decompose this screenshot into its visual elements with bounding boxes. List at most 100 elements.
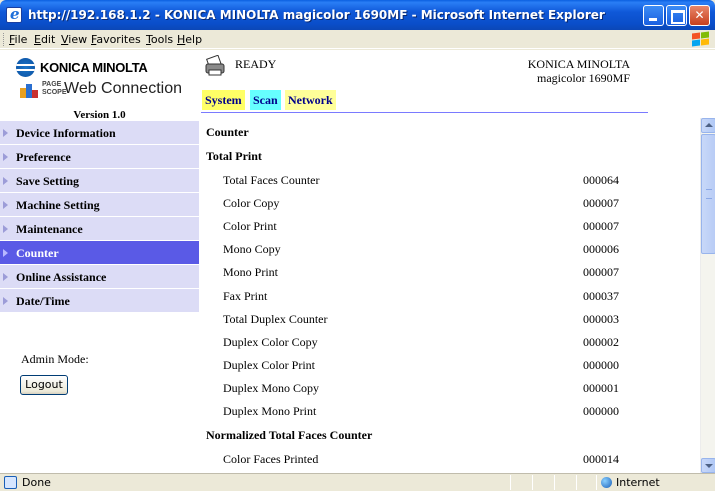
counter-label: Mono Print — [223, 265, 279, 279]
device-maker: KONICA MINOLTA — [527, 57, 630, 71]
tab-divider — [201, 112, 648, 113]
nav-item-counter[interactable]: Counter — [0, 241, 199, 265]
nav-item-label: Counter — [16, 246, 59, 260]
maximize-button[interactable] — [666, 5, 687, 26]
main-frame: READY KONICA MINOLTA magicolor 1690MF Sy… — [199, 50, 715, 473]
counter-label: Color Faces Printed — [223, 452, 319, 466]
version-label: Version 1.0 — [73, 109, 126, 121]
nav-item-label: Online Assistance — [16, 270, 107, 284]
triangle-right-icon — [3, 249, 8, 257]
scroll-up-icon[interactable] — [701, 118, 715, 133]
counter-label: Duplex Mono Copy — [223, 381, 319, 395]
toolbar-grip[interactable] — [3, 33, 5, 46]
status-divider — [576, 475, 577, 490]
browser-content: KONICA MINOLTA PAGE SCOPE Web Connection… — [0, 50, 715, 473]
brand-name: KONICA MINOLTA — [40, 60, 148, 75]
triangle-right-icon — [3, 177, 8, 185]
close-button[interactable]: ✕ — [689, 5, 710, 26]
konica-minolta-globe-icon — [16, 58, 35, 77]
triangle-right-icon — [3, 273, 8, 281]
triangle-right-icon — [3, 201, 8, 209]
printer-status-icon — [205, 55, 225, 76]
scrollbar-thumb[interactable] — [701, 134, 715, 254]
side-nav: Device Information Preference Save Setti… — [0, 121, 199, 313]
tab-system[interactable]: System — [202, 90, 245, 110]
tab-network[interactable]: Network — [285, 90, 336, 110]
counter-label: Color Print — [223, 219, 277, 233]
counter-value: 000003 — [583, 312, 619, 326]
nav-item-label: Device Information — [16, 126, 116, 140]
counter-value: 000000 — [583, 358, 619, 372]
section-title-normalized: Normalized Total Faces Counter — [206, 428, 373, 442]
tab-scan[interactable]: Scan — [250, 90, 281, 110]
menu-edit[interactable]: Edit — [34, 33, 55, 46]
nav-item-preference[interactable]: Preference — [0, 145, 199, 169]
menu-bar: File Edit View Favorites Tools Help — [0, 30, 715, 49]
counter-label: Color Copy — [223, 196, 280, 210]
counter-value: 000006 — [583, 242, 619, 256]
menu-tools[interactable]: Tools — [146, 33, 173, 46]
nav-item-save-setting[interactable]: Save Setting — [0, 169, 199, 193]
page-done-icon — [4, 476, 17, 489]
counter-label: Duplex Color Print — [223, 358, 315, 372]
counter-value: 000064 — [583, 173, 619, 187]
nav-item-date-time[interactable]: Date/Time — [0, 289, 199, 313]
nav-item-label: Save Setting — [16, 174, 79, 188]
counter-value: 000014 — [583, 452, 619, 466]
counter-label: Total Faces Counter — [223, 173, 320, 187]
device-status: READY — [235, 57, 277, 71]
security-zone: Internet — [616, 476, 660, 489]
triangle-right-icon — [3, 225, 8, 233]
nav-item-device-information[interactable]: Device Information — [0, 121, 199, 145]
menu-favorites[interactable]: Favorites — [91, 33, 141, 46]
left-frame: KONICA MINOLTA PAGE SCOPE Web Connection… — [0, 50, 199, 473]
status-text: Done — [22, 476, 51, 489]
counter-value: 000007 — [583, 265, 619, 279]
triangle-right-icon — [3, 297, 8, 305]
device-model-name: magicolor 1690MF — [537, 71, 630, 85]
nav-item-label: Preference — [16, 150, 71, 164]
menu-view[interactable]: View — [61, 33, 87, 46]
page-title: Counter — [206, 125, 249, 139]
nav-item-maintenance[interactable]: Maintenance — [0, 217, 199, 241]
windows-logo-icon — [689, 31, 711, 48]
internet-zone-icon — [601, 477, 612, 488]
minimize-button[interactable] — [643, 5, 664, 26]
counter-label: Mono Copy — [223, 242, 281, 256]
section-title-total-print: Total Print — [206, 149, 262, 163]
nav-item-label: Machine Setting — [16, 198, 100, 212]
counter-label: Fax Print — [223, 289, 268, 303]
menu-file[interactable]: File — [9, 33, 27, 46]
triangle-right-icon — [3, 129, 8, 137]
counter-value: 000000 — [583, 404, 619, 418]
counter-label: Duplex Mono Print — [223, 404, 317, 418]
nav-item-label: Date/Time — [16, 294, 70, 308]
web-connection-title: Web Connection — [64, 80, 182, 97]
triangle-right-icon — [3, 153, 8, 161]
status-divider — [554, 475, 555, 490]
window-title: http://192.168.1.2 - KONICA MINOLTA magi… — [28, 8, 605, 22]
vertical-scrollbar[interactable] — [700, 118, 715, 473]
scroll-down-icon[interactable] — [701, 458, 715, 473]
admin-mode-label: Admin Mode: — [21, 352, 89, 366]
counter-value: 000001 — [583, 381, 619, 395]
counter-label: Total Duplex Counter — [223, 312, 328, 326]
counter-value: 000007 — [583, 219, 619, 233]
nav-item-online-assistance[interactable]: Online Assistance — [0, 265, 199, 289]
nav-item-machine-setting[interactable]: Machine Setting — [0, 193, 199, 217]
menu-help[interactable]: Help — [177, 33, 202, 46]
counter-panel: Counter Total Print Total Faces Counter … — [199, 118, 715, 473]
counter-value: 000002 — [583, 335, 619, 349]
status-divider — [532, 475, 533, 490]
window-titlebar[interactable]: http://192.168.1.2 - KONICA MINOLTA magi… — [0, 0, 715, 30]
counter-value: 000037 — [583, 289, 619, 303]
counter-value: 000007 — [583, 196, 619, 210]
device-model: KONICA MINOLTA magicolor 1690MF — [528, 57, 630, 85]
status-divider — [596, 475, 597, 490]
pagescope-icon — [20, 82, 38, 98]
status-bar: Done Internet — [0, 473, 715, 491]
logout-button[interactable]: Logout — [20, 375, 68, 395]
counter-label: Duplex Color Copy — [223, 335, 318, 349]
status-divider — [510, 475, 511, 490]
ie-icon — [6, 5, 22, 23]
